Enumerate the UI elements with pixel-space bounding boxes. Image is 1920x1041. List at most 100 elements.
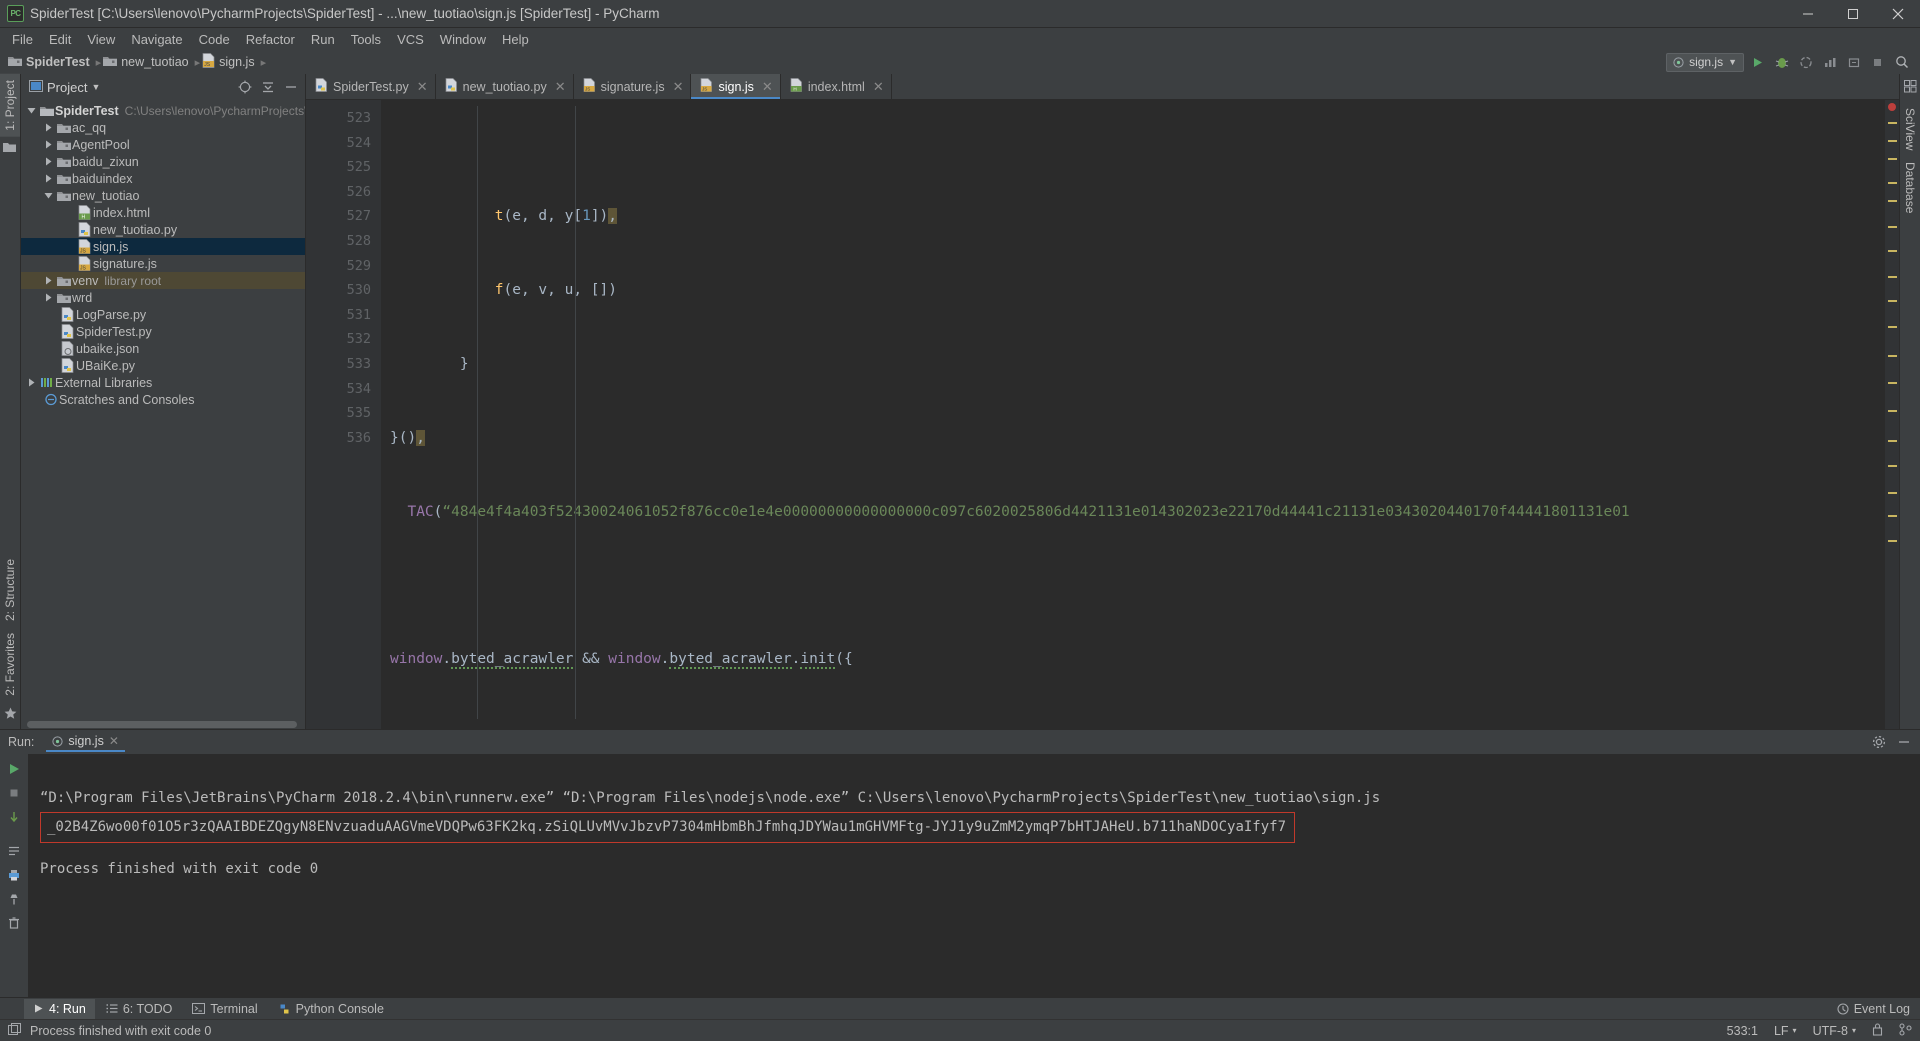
file-encoding[interactable]: UTF-8 ▾ <box>1813 1024 1856 1038</box>
tree-node-new-tuotiao[interactable]: new_tuotiao <box>21 187 305 204</box>
run-with-coverage-button[interactable] <box>1795 52 1816 72</box>
tree-node-ac-qq[interactable]: ac_qq <box>21 119 305 136</box>
run-button[interactable] <box>1747 52 1768 72</box>
close-icon[interactable]: ✕ <box>673 79 684 95</box>
menu-code[interactable]: Code <box>191 30 238 49</box>
menu-vcs[interactable]: VCS <box>389 30 432 49</box>
tree-node-scratches-consoles[interactable]: Scratches and Consoles <box>21 391 305 408</box>
breadcrumb-spidertest[interactable]: SpiderTest <box>8 55 94 70</box>
profile-button[interactable] <box>1819 52 1840 72</box>
tree-node-venv[interactable]: venv library root <box>21 272 305 289</box>
minimize-icon[interactable] <box>1785 0 1830 28</box>
tree-node-spidertest[interactable]: SpiderTest C:\Users\lenovo\PycharmProjec… <box>21 102 305 119</box>
menu-run[interactable]: Run <box>303 30 343 49</box>
scrollbar-thumb[interactable] <box>27 721 297 728</box>
tree-node-ubaike-py[interactable]: UBaiKe.py <box>21 357 305 374</box>
code-content[interactable]: t(e, d, y[1]), f(e, v, u, []) } }(), TAC… <box>381 100 1885 729</box>
chevron-right-icon[interactable] <box>42 140 55 149</box>
chevron-right-icon[interactable] <box>42 276 55 285</box>
event-log-button[interactable]: Event Log <box>1837 1002 1910 1016</box>
debug-button[interactable] <box>1771 52 1792 72</box>
close-icon[interactable]: ✕ <box>109 734 119 748</box>
chevron-down-icon[interactable] <box>25 106 38 115</box>
line-separator[interactable]: LF ▾ <box>1774 1024 1797 1038</box>
error-indicator-icon[interactable] <box>1888 103 1896 111</box>
close-icon[interactable]: ✕ <box>873 79 884 95</box>
editor-error-stripe[interactable] <box>1885 100 1899 729</box>
menu-window[interactable]: Window <box>432 30 494 49</box>
chevron-right-icon[interactable] <box>42 174 55 183</box>
tree-node-baiduindex[interactable]: baiduindex <box>21 170 305 187</box>
project-tree-horizontal-scrollbar[interactable] <box>21 720 305 729</box>
menu-file[interactable]: File <box>4 30 41 49</box>
project-files-icon[interactable] <box>0 137 20 160</box>
caret-position[interactable]: 533:1 <box>1727 1024 1758 1038</box>
close-icon[interactable]: ✕ <box>417 79 428 95</box>
menu-navigate[interactable]: Navigate <box>123 30 190 49</box>
project-tree[interactable]: SpiderTest C:\Users\lenovo\PycharmProjec… <box>21 100 305 729</box>
attach-button[interactable] <box>1843 52 1864 72</box>
close-icon[interactable] <box>1875 0 1920 28</box>
tree-node-signature-js[interactable]: JS signature.js <box>21 255 305 272</box>
collapse-all-icon[interactable] <box>257 77 278 97</box>
chevron-down-icon[interactable]: ▼ <box>91 82 100 92</box>
tab-signature-js[interactable]: JS signature.js ✕ <box>573 74 692 99</box>
bottom-item-python-console[interactable]: Python Console <box>269 999 393 1019</box>
tab-new-tuotiao-py[interactable]: new_tuotiao.py ✕ <box>435 74 574 99</box>
sciview-grid-icon[interactable] <box>1903 77 1917 102</box>
run-configuration-selector[interactable]: sign.js ▼ <box>1666 52 1744 72</box>
code-editor[interactable]: 523 524 525 526 527 528 529 530 531 532 … <box>306 100 1899 729</box>
close-icon[interactable]: ✕ <box>555 79 566 95</box>
sidebar-item-database[interactable]: Database <box>1901 156 1919 219</box>
console-output[interactable]: “D:\Program Files\JetBrains\PyCharm 2018… <box>28 754 1920 997</box>
maximize-icon[interactable] <box>1830 0 1875 28</box>
hide-panel-icon[interactable] <box>280 77 301 97</box>
chevron-right-icon[interactable] <box>42 157 55 166</box>
sidebar-item-sciview[interactable]: SciView <box>1901 102 1919 156</box>
chevron-right-icon[interactable] <box>42 293 55 302</box>
menu-edit[interactable]: Edit <box>41 30 79 49</box>
tab-index-html[interactable]: H index.html ✕ <box>780 74 892 99</box>
breadcrumb-signjs[interactable]: JS sign.js <box>202 53 258 71</box>
trash-icon[interactable] <box>3 912 25 934</box>
menu-tools[interactable]: Tools <box>343 30 389 49</box>
bottom-item-todo[interactable]: 6: TODO <box>97 999 182 1019</box>
soft-wrap-icon[interactable] <box>3 840 25 862</box>
scroll-down-icon[interactable] <box>3 806 25 828</box>
menu-refactor[interactable]: Refactor <box>238 30 303 49</box>
menu-view[interactable]: View <box>79 30 123 49</box>
tree-node-new-tuotiao-py[interactable]: new_tuotiao.py <box>21 221 305 238</box>
branch-icon[interactable] <box>1899 1022 1912 1039</box>
breadcrumb-new-tuotiao[interactable]: new_tuotiao <box>103 55 192 70</box>
bottom-item-terminal[interactable]: Terminal <box>183 999 266 1019</box>
tab-sign-js[interactable]: JS sign.js ✕ <box>691 74 781 99</box>
search-everywhere-button[interactable] <box>1891 52 1912 72</box>
tree-node-spidertest-py[interactable]: SpiderTest.py <box>21 323 305 340</box>
editor-gutter[interactable]: 523 524 525 526 527 528 529 530 531 532 … <box>306 100 381 729</box>
hide-panel-icon[interactable] <box>1893 732 1914 752</box>
tree-node-external-libraries[interactable]: External Libraries <box>21 374 305 391</box>
rerun-icon[interactable] <box>3 758 25 780</box>
tree-node-baidu-zixun[interactable]: baidu_zixun <box>21 153 305 170</box>
bottom-item-run[interactable]: 4: Run <box>24 998 95 1019</box>
tree-node-logparse-py[interactable]: LogParse.py <box>21 306 305 323</box>
stop-button[interactable] <box>1867 52 1888 72</box>
tab-spidertest-py[interactable]: SpiderTest.py ✕ <box>306 74 436 99</box>
pin-icon[interactable] <box>3 888 25 910</box>
chevron-down-icon[interactable] <box>42 191 55 200</box>
chevron-right-icon[interactable] <box>25 378 38 387</box>
sidebar-item-project[interactable]: 1: Project <box>0 74 20 137</box>
tree-node-agentpool[interactable]: AgentPool <box>21 136 305 153</box>
tree-node-wrd[interactable]: wrd <box>21 289 305 306</box>
sidebar-item-structure[interactable]: 2: Structure <box>0 553 20 627</box>
tree-node-ubaike-json[interactable]: ubaike.json <box>21 340 305 357</box>
menu-help[interactable]: Help <box>494 30 537 49</box>
settings-gear-icon[interactable] <box>1868 732 1889 752</box>
sidebar-item-favorites[interactable]: 2: Favorites <box>0 627 20 702</box>
tree-node-index-html[interactable]: H index.html <box>21 204 305 221</box>
chevron-right-icon[interactable] <box>42 123 55 132</box>
tree-node-sign-js[interactable]: JS sign.js <box>21 238 305 255</box>
collapse-scope-icon[interactable] <box>234 77 255 97</box>
close-icon[interactable]: ✕ <box>762 79 773 95</box>
editor-horizontal-scrollbar[interactable] <box>381 719 1871 729</box>
